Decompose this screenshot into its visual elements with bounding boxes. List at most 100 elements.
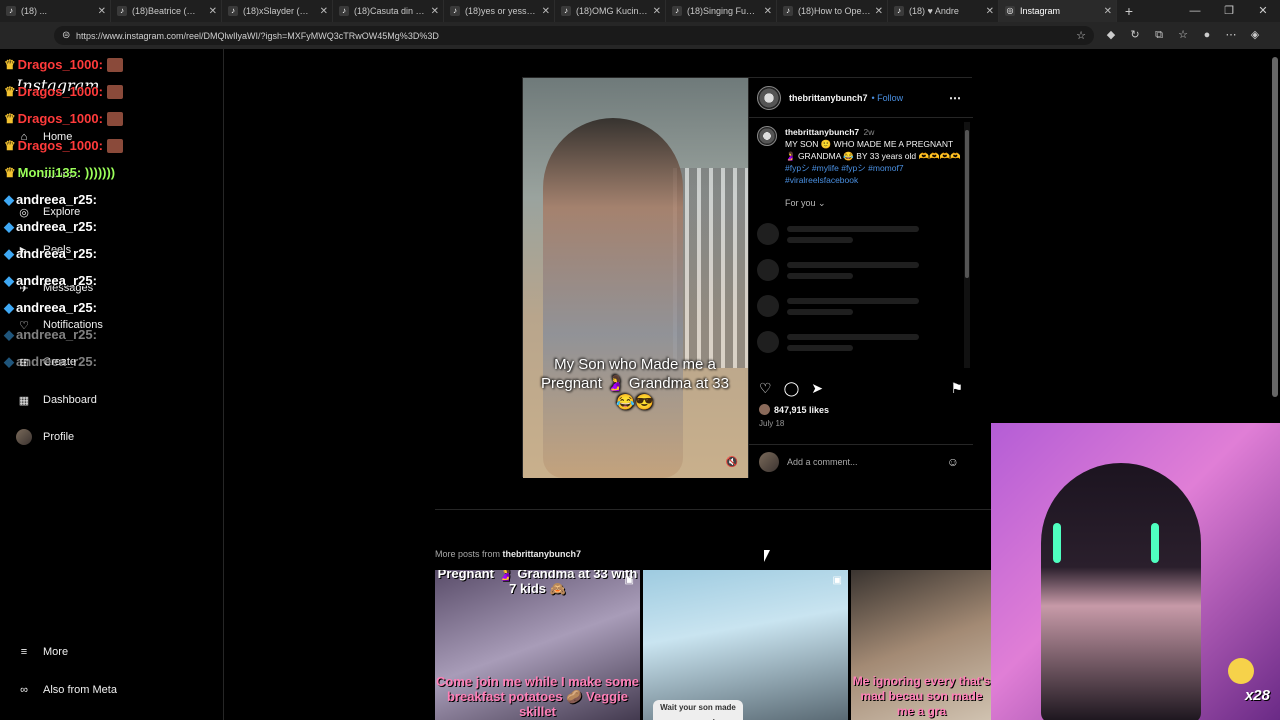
close-tab-icon[interactable]: ✕: [1104, 6, 1112, 17]
sidebar-item-home[interactable]: ⌂ Home: [16, 125, 73, 149]
post-time: 2w: [863, 127, 875, 137]
sidebar-item-search[interactable]: ⌕ Search: [16, 163, 78, 187]
more-posts-username[interactable]: thebrittanybunch7: [503, 549, 582, 559]
post-caption: MY SON 🙂 WHO MADE ME A PREGNANT 🤰 GRANDM…: [785, 139, 961, 161]
thumb-bottom-text: Me ignoring every that's mad becau son m…: [852, 674, 991, 718]
video-caption: My Son who Made me a Pregnant 🤰 Grandma …: [541, 356, 729, 411]
close-tab-icon[interactable]: ✕: [764, 6, 772, 17]
home-icon: ⌂: [20, 131, 28, 143]
sidebar-item-messages[interactable]: ✈ Messages: [16, 276, 93, 300]
sidebar-item-more[interactable]: ≡ More: [16, 640, 68, 664]
comment-icon[interactable]: ◯: [784, 380, 800, 397]
close-icon[interactable]: ✕: [1246, 0, 1280, 22]
close-tab-icon[interactable]: ✕: [875, 6, 883, 17]
sidebar: Instagram ⌂ Home ⌕ Search ◎ Explore ▶ Reels ✈ Mes…: [0, 49, 224, 720]
star-icon[interactable]: ☆: [1076, 29, 1086, 42]
close-tab-icon[interactable]: ✕: [542, 6, 550, 17]
bookmark-icon[interactable]: ⚑: [950, 380, 963, 397]
sidebar-item-explore[interactable]: ◎ Explore: [16, 200, 80, 224]
reel-video[interactable]: My Son who Made me a Pregnant 🤰 Grandma …: [523, 78, 748, 478]
url-field[interactable]: ⊜ https://www.instagram.com/reel/DMQlwIl…: [54, 26, 1094, 45]
menu-dots-icon[interactable]: ⋯: [1222, 26, 1240, 44]
divider: [435, 509, 991, 510]
post-header: thebrittanybunch7 • Follow ⋯: [749, 78, 973, 118]
like-count[interactable]: 847,915 likes: [759, 404, 829, 415]
like-icon[interactable]: ♡: [759, 380, 772, 397]
tab-label: (18)OMG Kucing, H: [576, 6, 649, 16]
instagram-icon: ◎: [1005, 6, 1015, 16]
close-tab-icon[interactable]: ✕: [98, 6, 106, 17]
copilot-icon[interactable]: ◈: [1246, 26, 1264, 44]
add-comment-field[interactable]: Add a comment... ☺: [749, 444, 973, 478]
sidebar-item-label: Explore: [43, 206, 81, 218]
post-thumbnail[interactable]: Pregnant 🤰 Grandma at 33 with 7 kids 🙈 ▣…: [435, 570, 640, 720]
site-info-icon[interactable]: ⊜: [62, 30, 70, 41]
mouse-cursor-icon: [764, 550, 776, 562]
reel-icon: ▣: [624, 575, 634, 586]
sidebar-item-profile[interactable]: Profile: [16, 425, 74, 449]
sidebar-item-label: Home: [43, 131, 73, 143]
emoji-icon[interactable]: ☺: [947, 455, 959, 469]
puzzle-icon[interactable]: ⧉: [1150, 26, 1168, 44]
tiktok-icon: ♪: [339, 6, 349, 16]
thumb-bottom-text: Wait your son made you a grandma: [653, 700, 743, 720]
post-username[interactable]: thebrittanybunch7: [789, 93, 868, 103]
browser-tab[interactable]: ♪ (18)yes or yess ❤️ ✕: [444, 0, 555, 22]
post-hashtags[interactable]: #fypシ #mylife #fypシ #momof7 #viralreelsf…: [785, 162, 965, 186]
address-bar: ✕ ⊜ https://www.instagram.com/reel/DMQlw…: [0, 22, 1280, 65]
menu-icon: ≡: [20, 646, 28, 658]
minimize-icon[interactable]: —: [1178, 0, 1212, 22]
sidebar-item-notifications[interactable]: ♡ Notifications: [16, 313, 103, 337]
browser-tab[interactable]: ♪ (18)OMG Kucing, H ✕: [555, 0, 666, 22]
close-tab-icon[interactable]: ✕: [209, 6, 217, 17]
for-you-dropdown[interactable]: For you ⌄: [785, 198, 965, 209]
browser-tab[interactable]: ◎ Instagram ✕: [999, 0, 1117, 22]
post-thumbnail[interactable]: Me ignoring every that's mad becau son m…: [851, 570, 992, 720]
sidebar-item-also-from-meta[interactable]: ∞ Also from Meta: [16, 678, 117, 702]
comments-scrollbar[interactable]: [964, 122, 970, 368]
maximize-icon[interactable]: ❐: [1212, 0, 1246, 22]
browser-tab[interactable]: ♪ (18)Beatrice (@beat ✕: [111, 0, 222, 22]
caption-username[interactable]: thebrittanybunch7: [785, 127, 859, 137]
follow-button[interactable]: Follow: [877, 93, 903, 103]
browser-tab[interactable]: ♪ (18) ... ✕: [0, 0, 111, 22]
post-sidebar: thebrittanybunch7 • Follow ⋯ thebrittany…: [748, 78, 973, 478]
favorites-icon[interactable]: ☆: [1174, 26, 1192, 44]
close-tab-icon[interactable]: ✕: [653, 6, 661, 17]
browser-tab[interactable]: ♪ (18) ♥ Andre ✕: [888, 0, 999, 22]
profile-icon[interactable]: ●: [1198, 26, 1216, 44]
extension-icons: ◆ ↻ ⧉ ☆ ● ⋯ ◈: [1102, 26, 1264, 44]
tiktok-icon: ♪: [672, 6, 682, 16]
refresh-icon[interactable]: ↻: [1126, 26, 1144, 44]
browser-tab[interactable]: ♪ (18)Casuta din padu ✕: [333, 0, 444, 22]
close-tab-icon[interactable]: ✕: [320, 6, 328, 17]
window-controls: — ❐ ✕: [1178, 0, 1280, 22]
new-tab-button[interactable]: +: [1117, 3, 1141, 19]
post-thumbnail[interactable]: ▣ Wait your son made you a grandma: [643, 570, 848, 720]
browser-tab[interactable]: ♪ (18)xSlayder (@xsla ✕: [222, 0, 333, 22]
loading-comment: [757, 331, 965, 353]
tiktok-icon: ♪: [450, 6, 460, 16]
sidebar-item-reels[interactable]: ▶ Reels: [16, 238, 71, 262]
tiktok-icon: ♪: [228, 6, 238, 16]
share-icon[interactable]: ➤: [811, 380, 823, 397]
page-scrollbar[interactable]: [1272, 57, 1278, 427]
avatar[interactable]: [757, 126, 777, 146]
post-actions: ♡ ◯ ➤ ⚑: [749, 376, 973, 400]
mute-icon[interactable]: 🔇: [726, 457, 738, 468]
more-options-icon[interactable]: ⋯: [949, 91, 961, 105]
loading-comment: [757, 259, 965, 281]
tab-label: (18)xSlayder (@xsla: [243, 6, 316, 16]
close-tab-icon[interactable]: ✕: [986, 6, 994, 17]
instagram-logo[interactable]: Instagram: [16, 76, 99, 95]
sidebar-item-dashboard[interactable]: ▦ Dashboard: [16, 388, 97, 412]
more-posts-grid: Pregnant 🤰 Grandma at 33 with 7 kids 🙈 ▣…: [435, 570, 992, 720]
browser-tab[interactable]: ♪ (18)Singing Fun for ✕: [666, 0, 777, 22]
extension-icon[interactable]: ◆: [1102, 26, 1120, 44]
thumb-top-text: Pregnant 🤰 Grandma at 33 with 7 kids 🙈: [437, 570, 638, 596]
sidebar-item-create[interactable]: ⊞ Create: [16, 350, 76, 374]
close-tab-icon[interactable]: ✕: [431, 6, 439, 17]
avatar[interactable]: [757, 85, 781, 110]
url-text: https://www.instagram.com/reel/DMQlwIlya…: [76, 30, 439, 41]
browser-tab[interactable]: ♪ (18)How to Open a ✕: [777, 0, 888, 22]
